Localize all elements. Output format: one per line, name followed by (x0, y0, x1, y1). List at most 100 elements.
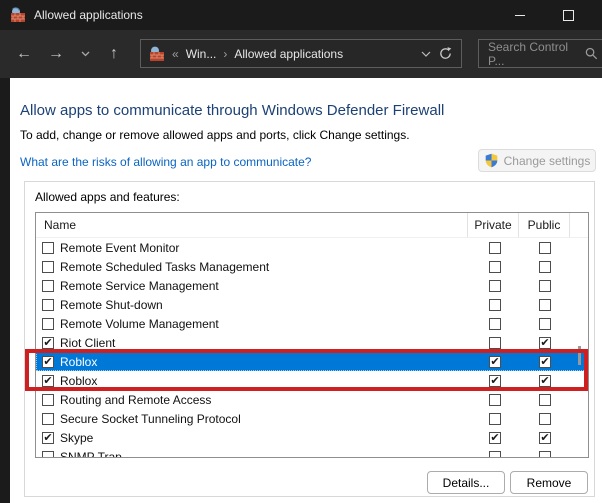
app-checkbox[interactable] (42, 280, 54, 292)
maximize-icon (563, 10, 574, 21)
breadcrumb-current[interactable]: Allowed applications (234, 47, 343, 61)
app-checkbox[interactable] (42, 318, 54, 330)
private-checkbox[interactable] (489, 261, 501, 273)
app-checkbox[interactable] (42, 375, 54, 387)
public-checkbox[interactable] (539, 413, 551, 425)
public-checkbox[interactable] (539, 261, 551, 273)
app-name-label: Remote Service Management (60, 279, 219, 293)
app-checkbox[interactable] (42, 337, 54, 349)
public-checkbox[interactable] (539, 394, 551, 406)
app-name-cell: Roblox (36, 374, 470, 388)
remove-button[interactable]: Remove (510, 471, 588, 494)
private-cell (470, 394, 520, 406)
breadcrumb-separator-icon[interactable]: › (223, 47, 227, 61)
minimize-icon (515, 15, 525, 16)
column-header-private[interactable]: Private (467, 213, 518, 237)
private-checkbox[interactable] (489, 394, 501, 406)
list-row[interactable]: Remote Scheduled Tasks Management (36, 257, 588, 276)
public-cell (520, 280, 570, 292)
search-icon (585, 47, 598, 60)
public-checkbox[interactable] (539, 242, 551, 254)
app-checkbox[interactable] (42, 394, 54, 406)
address-dropdown-chevron-icon[interactable] (421, 51, 431, 57)
app-checkbox[interactable] (42, 451, 54, 459)
app-name-cell: Secure Socket Tunneling Protocol (36, 412, 470, 426)
public-cell (520, 394, 570, 406)
back-button[interactable]: ← (8, 38, 40, 70)
private-checkbox[interactable] (489, 318, 501, 330)
column-header-gutter (569, 213, 588, 237)
minimize-button[interactable] (500, 0, 540, 30)
content-panel: Allow apps to communicate through Window… (10, 78, 602, 503)
forward-button[interactable]: → (40, 38, 72, 70)
list-row[interactable]: Remote Shut-down (36, 295, 588, 314)
app-name-label: Remote Volume Management (60, 317, 219, 331)
list-row[interactable]: Skype (36, 428, 588, 447)
risks-help-link[interactable]: What are the risks of allowing an app to… (20, 155, 311, 169)
public-checkbox[interactable] (539, 375, 551, 387)
list-row[interactable]: Roblox (36, 371, 588, 390)
list-row[interactable]: Remote Service Management (36, 276, 588, 295)
private-checkbox[interactable] (489, 413, 501, 425)
maximize-button[interactable] (548, 0, 588, 30)
app-checkbox[interactable] (42, 242, 54, 254)
list-row[interactable]: Remote Event Monitor (36, 238, 588, 257)
app-checkbox[interactable] (42, 261, 54, 273)
public-checkbox[interactable] (539, 432, 551, 444)
app-checkbox[interactable] (42, 413, 54, 425)
app-checkbox[interactable] (42, 356, 54, 368)
list-header: Name Private Public (36, 213, 588, 238)
private-checkbox[interactable] (489, 356, 501, 368)
public-checkbox[interactable] (539, 337, 551, 349)
list-row[interactable]: Routing and Remote Access (36, 390, 588, 409)
private-checkbox[interactable] (489, 432, 501, 444)
details-button[interactable]: Details... (427, 471, 505, 494)
list-scrollbar-thumb[interactable] (578, 346, 581, 365)
allowed-apps-list[interactable]: Name Private Public Remote Event Monitor… (35, 212, 589, 458)
page-title: Allow apps to communicate through Window… (20, 102, 444, 119)
up-button[interactable]: ↑ (98, 38, 130, 70)
private-cell (470, 242, 520, 254)
private-cell (470, 451, 520, 459)
change-settings-button[interactable]: Change settings (478, 149, 596, 172)
private-checkbox[interactable] (489, 451, 501, 459)
private-checkbox[interactable] (489, 299, 501, 311)
page-subtitle: To add, change or remove allowed apps an… (20, 128, 410, 142)
app-checkbox[interactable] (42, 432, 54, 444)
breadcrumb-parent[interactable]: Win... (186, 47, 217, 61)
private-checkbox[interactable] (489, 375, 501, 387)
window-title: Allowed applications (34, 8, 143, 22)
app-name-cell: Skype (36, 431, 470, 445)
change-settings-label: Change settings (504, 154, 591, 168)
breadcrumb-collapse-chevrons[interactable]: « (172, 47, 179, 61)
app-name-label: Remote Event Monitor (60, 241, 179, 255)
private-cell (470, 318, 520, 330)
list-row[interactable]: Secure Socket Tunneling Protocol (36, 409, 588, 428)
app-checkbox[interactable] (42, 299, 54, 311)
column-header-public[interactable]: Public (518, 213, 569, 237)
public-cell (520, 318, 570, 330)
private-checkbox[interactable] (489, 242, 501, 254)
public-checkbox[interactable] (539, 451, 551, 459)
app-name-label: Routing and Remote Access (60, 393, 211, 407)
column-header-name[interactable]: Name (36, 218, 467, 232)
public-checkbox[interactable] (539, 356, 551, 368)
public-checkbox[interactable] (539, 299, 551, 311)
public-cell (520, 375, 570, 387)
private-checkbox[interactable] (489, 280, 501, 292)
list-row[interactable]: Remote Volume Management (36, 314, 588, 333)
list-row[interactable]: Roblox (36, 352, 588, 371)
public-cell (520, 451, 570, 459)
private-checkbox[interactable] (489, 337, 501, 349)
address-bar[interactable]: « Win... › Allowed applications (140, 39, 462, 68)
recent-pages-chevron-icon[interactable] (72, 38, 98, 70)
app-name-cell: Remote Shut-down (36, 298, 470, 312)
list-row[interactable]: Riot Client (36, 333, 588, 352)
public-checkbox[interactable] (539, 280, 551, 292)
refresh-icon[interactable] (438, 46, 453, 61)
search-box[interactable]: Search Control P... (478, 39, 602, 68)
private-cell (470, 432, 520, 444)
list-row[interactable]: SNMP Trap (36, 447, 588, 458)
public-checkbox[interactable] (539, 318, 551, 330)
private-cell (470, 356, 520, 368)
